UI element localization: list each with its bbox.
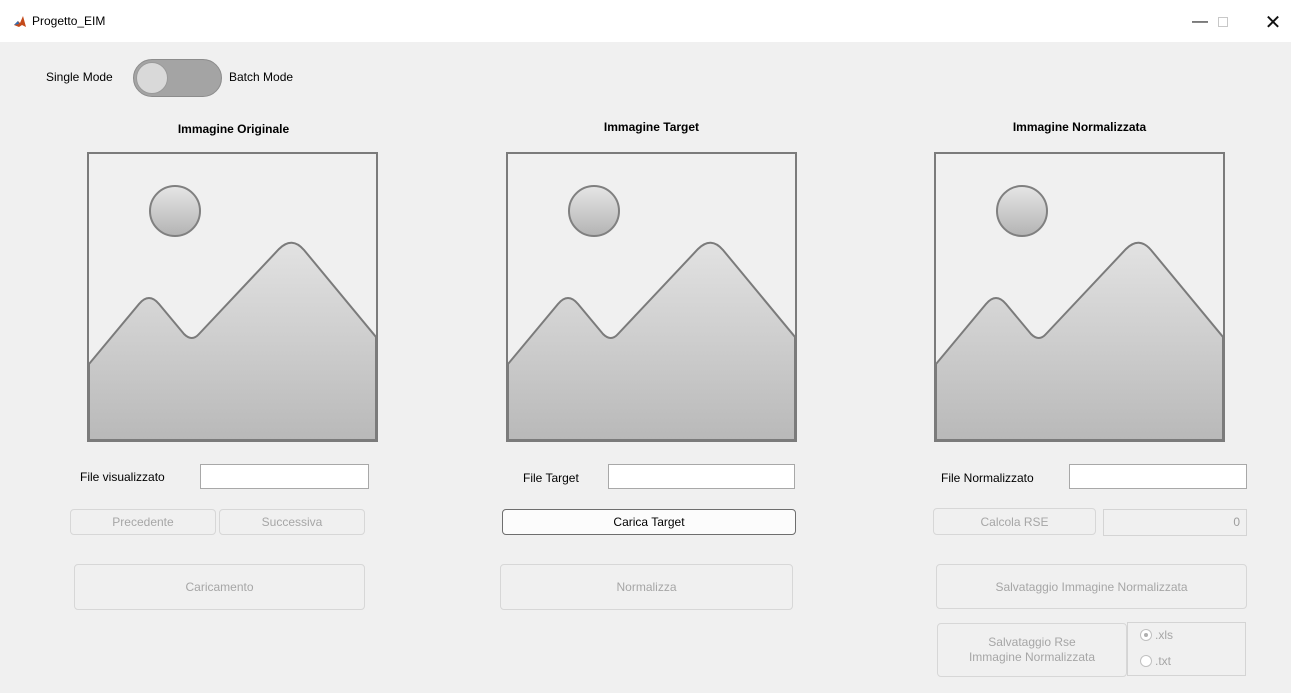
minimize-icon: —	[1192, 13, 1208, 30]
image-placeholder-icon	[89, 185, 376, 440]
save-rse-line2: Immagine Normalizzata	[968, 650, 1096, 664]
radio-selected-icon	[1140, 629, 1152, 641]
mode-toggle-switch[interactable]	[133, 59, 222, 97]
original-image-heading: Immagine Originale	[177, 122, 290, 136]
next-button[interactable]: Successiva	[219, 509, 365, 535]
image-placeholder-icon	[508, 185, 795, 440]
title-bar: Progetto_EIM — ✕	[0, 0, 1291, 42]
radio-txt[interactable]: .txt	[1140, 654, 1171, 668]
toggle-knob[interactable]	[136, 62, 168, 94]
normalized-file-label: File Normalizzato	[941, 471, 1034, 485]
save-rse-button[interactable]: Salvataggio Rse Immagine Normalizzata	[937, 623, 1127, 677]
radio-txt-label: .txt	[1155, 654, 1172, 668]
app-client-area: Single Mode Batch Mode Immagine Original…	[0, 42, 1291, 693]
normalized-image-axes	[934, 152, 1225, 442]
normalized-file-field[interactable]	[1069, 464, 1247, 489]
normalize-button[interactable]: Normalizza	[500, 564, 793, 610]
save-normalized-image-button[interactable]: Salvataggio Immagine Normalizzata	[936, 564, 1247, 609]
previous-button[interactable]: Precedente	[70, 509, 216, 535]
load-images-button[interactable]: Caricamento	[74, 564, 365, 610]
maximize-icon	[1218, 17, 1228, 27]
batch-mode-label: Batch Mode	[229, 70, 294, 84]
close-button[interactable]: ✕	[1253, 8, 1291, 36]
window-title: Progetto_EIM	[32, 14, 106, 28]
target-file-label: File Target	[523, 471, 579, 485]
original-image-axes	[87, 152, 378, 442]
radio-xls-label: .xls	[1155, 628, 1173, 642]
radio-xls[interactable]: .xls	[1140, 628, 1173, 642]
load-target-button[interactable]: Carica Target	[502, 509, 796, 535]
format-radio-group: .xls .txt	[1127, 622, 1246, 676]
radio-unselected-icon	[1140, 655, 1152, 667]
close-icon: ✕	[1264, 11, 1282, 34]
compute-rse-button[interactable]: Calcola RSE	[933, 508, 1096, 535]
target-image-axes	[506, 152, 797, 442]
original-file-field[interactable]	[200, 464, 369, 489]
save-rse-line1: Salvataggio Rse	[988, 635, 1076, 649]
maximize-button[interactable]	[1208, 8, 1238, 36]
normalized-image-heading: Immagine Normalizzata	[1012, 120, 1147, 134]
rse-value-field[interactable]: 0	[1103, 509, 1247, 536]
image-placeholder-icon	[936, 185, 1223, 440]
matlab-app-icon	[13, 15, 27, 29]
target-file-field[interactable]	[608, 464, 795, 489]
original-file-label: File visualizzato	[80, 470, 165, 484]
single-mode-label: Single Mode	[46, 70, 113, 84]
target-image-heading: Immagine Target	[603, 120, 700, 134]
